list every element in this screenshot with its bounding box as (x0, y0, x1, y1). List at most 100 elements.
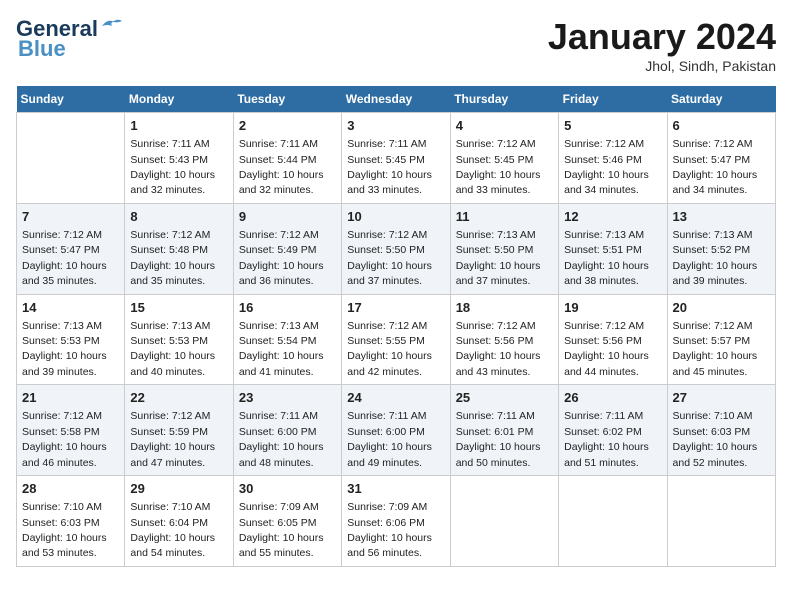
page-header: General Blue January 2024 Jhol, Sindh, P… (16, 16, 776, 74)
weekday-header-saturday: Saturday (667, 86, 775, 113)
calendar-cell: 8 Sunrise: 7:12 AMSunset: 5:48 PMDayligh… (125, 203, 233, 294)
day-info: Sunrise: 7:12 AMSunset: 5:47 PMDaylight:… (673, 138, 758, 196)
location: Jhol, Sindh, Pakistan (548, 58, 776, 74)
day-info: Sunrise: 7:13 AMSunset: 5:54 PMDaylight:… (239, 320, 324, 378)
logo-bird-icon (100, 18, 122, 34)
logo-blue: Blue (18, 36, 66, 62)
day-info: Sunrise: 7:13 AMSunset: 5:52 PMDaylight:… (673, 229, 758, 287)
calendar-cell: 10 Sunrise: 7:12 AMSunset: 5:50 PMDaylig… (342, 203, 450, 294)
day-number: 17 (347, 299, 444, 317)
weekday-header-wednesday: Wednesday (342, 86, 450, 113)
calendar-cell: 4 Sunrise: 7:12 AMSunset: 5:45 PMDayligh… (450, 113, 558, 204)
day-number: 24 (347, 389, 444, 407)
day-info: Sunrise: 7:13 AMSunset: 5:53 PMDaylight:… (22, 320, 107, 378)
weekday-header-row: SundayMondayTuesdayWednesdayThursdayFrid… (17, 86, 776, 113)
day-info: Sunrise: 7:11 AMSunset: 6:01 PMDaylight:… (456, 410, 541, 468)
day-number: 8 (130, 208, 227, 226)
calendar-cell: 14 Sunrise: 7:13 AMSunset: 5:53 PMDaylig… (17, 294, 125, 385)
day-info: Sunrise: 7:12 AMSunset: 5:48 PMDaylight:… (130, 229, 215, 287)
day-number: 29 (130, 480, 227, 498)
weekday-header-tuesday: Tuesday (233, 86, 341, 113)
day-number: 31 (347, 480, 444, 498)
day-info: Sunrise: 7:13 AMSunset: 5:51 PMDaylight:… (564, 229, 649, 287)
day-info: Sunrise: 7:12 AMSunset: 5:47 PMDaylight:… (22, 229, 107, 287)
day-info: Sunrise: 7:13 AMSunset: 5:50 PMDaylight:… (456, 229, 541, 287)
day-number: 7 (22, 208, 119, 226)
calendar-cell: 13 Sunrise: 7:13 AMSunset: 5:52 PMDaylig… (667, 203, 775, 294)
day-info: Sunrise: 7:12 AMSunset: 5:46 PMDaylight:… (564, 138, 649, 196)
day-number: 3 (347, 117, 444, 135)
day-number: 22 (130, 389, 227, 407)
day-info: Sunrise: 7:12 AMSunset: 5:59 PMDaylight:… (130, 410, 215, 468)
calendar-cell: 7 Sunrise: 7:12 AMSunset: 5:47 PMDayligh… (17, 203, 125, 294)
calendar-cell: 28 Sunrise: 7:10 AMSunset: 6:03 PMDaylig… (17, 476, 125, 567)
calendar-cell: 22 Sunrise: 7:12 AMSunset: 5:59 PMDaylig… (125, 385, 233, 476)
day-number: 6 (673, 117, 770, 135)
calendar-cell (667, 476, 775, 567)
calendar-cell: 1 Sunrise: 7:11 AMSunset: 5:43 PMDayligh… (125, 113, 233, 204)
day-number: 25 (456, 389, 553, 407)
day-number: 9 (239, 208, 336, 226)
calendar-cell: 20 Sunrise: 7:12 AMSunset: 5:57 PMDaylig… (667, 294, 775, 385)
day-number: 30 (239, 480, 336, 498)
day-number: 4 (456, 117, 553, 135)
day-number: 2 (239, 117, 336, 135)
calendar-cell: 12 Sunrise: 7:13 AMSunset: 5:51 PMDaylig… (559, 203, 667, 294)
day-info: Sunrise: 7:11 AMSunset: 5:44 PMDaylight:… (239, 138, 324, 196)
day-number: 21 (22, 389, 119, 407)
day-info: Sunrise: 7:12 AMSunset: 5:56 PMDaylight:… (456, 320, 541, 378)
calendar-cell (17, 113, 125, 204)
day-number: 28 (22, 480, 119, 498)
day-info: Sunrise: 7:10 AMSunset: 6:04 PMDaylight:… (130, 501, 215, 559)
calendar-cell: 25 Sunrise: 7:11 AMSunset: 6:01 PMDaylig… (450, 385, 558, 476)
calendar-cell: 3 Sunrise: 7:11 AMSunset: 5:45 PMDayligh… (342, 113, 450, 204)
day-info: Sunrise: 7:12 AMSunset: 5:45 PMDaylight:… (456, 138, 541, 196)
calendar-cell: 9 Sunrise: 7:12 AMSunset: 5:49 PMDayligh… (233, 203, 341, 294)
calendar-cell: 29 Sunrise: 7:10 AMSunset: 6:04 PMDaylig… (125, 476, 233, 567)
day-info: Sunrise: 7:12 AMSunset: 5:56 PMDaylight:… (564, 320, 649, 378)
calendar-cell (450, 476, 558, 567)
day-number: 13 (673, 208, 770, 226)
day-number: 12 (564, 208, 661, 226)
week-row-1: 1 Sunrise: 7:11 AMSunset: 5:43 PMDayligh… (17, 113, 776, 204)
day-number: 10 (347, 208, 444, 226)
day-info: Sunrise: 7:12 AMSunset: 5:57 PMDaylight:… (673, 320, 758, 378)
day-info: Sunrise: 7:12 AMSunset: 5:49 PMDaylight:… (239, 229, 324, 287)
calendar-cell: 5 Sunrise: 7:12 AMSunset: 5:46 PMDayligh… (559, 113, 667, 204)
week-row-4: 21 Sunrise: 7:12 AMSunset: 5:58 PMDaylig… (17, 385, 776, 476)
calendar-cell: 31 Sunrise: 7:09 AMSunset: 6:06 PMDaylig… (342, 476, 450, 567)
day-number: 23 (239, 389, 336, 407)
week-row-3: 14 Sunrise: 7:13 AMSunset: 5:53 PMDaylig… (17, 294, 776, 385)
calendar-cell: 6 Sunrise: 7:12 AMSunset: 5:47 PMDayligh… (667, 113, 775, 204)
day-number: 5 (564, 117, 661, 135)
day-number: 15 (130, 299, 227, 317)
calendar-cell: 18 Sunrise: 7:12 AMSunset: 5:56 PMDaylig… (450, 294, 558, 385)
day-info: Sunrise: 7:11 AMSunset: 6:02 PMDaylight:… (564, 410, 649, 468)
week-row-5: 28 Sunrise: 7:10 AMSunset: 6:03 PMDaylig… (17, 476, 776, 567)
calendar-cell (559, 476, 667, 567)
calendar-cell: 27 Sunrise: 7:10 AMSunset: 6:03 PMDaylig… (667, 385, 775, 476)
day-info: Sunrise: 7:10 AMSunset: 6:03 PMDaylight:… (673, 410, 758, 468)
day-info: Sunrise: 7:12 AMSunset: 5:55 PMDaylight:… (347, 320, 432, 378)
day-number: 16 (239, 299, 336, 317)
day-number: 27 (673, 389, 770, 407)
calendar-cell: 23 Sunrise: 7:11 AMSunset: 6:00 PMDaylig… (233, 385, 341, 476)
day-info: Sunrise: 7:09 AMSunset: 6:06 PMDaylight:… (347, 501, 432, 559)
title-block: January 2024 Jhol, Sindh, Pakistan (548, 16, 776, 74)
day-number: 11 (456, 208, 553, 226)
day-info: Sunrise: 7:10 AMSunset: 6:03 PMDaylight:… (22, 501, 107, 559)
day-info: Sunrise: 7:11 AMSunset: 6:00 PMDaylight:… (239, 410, 324, 468)
calendar-table: SundayMondayTuesdayWednesdayThursdayFrid… (16, 86, 776, 567)
day-info: Sunrise: 7:11 AMSunset: 5:45 PMDaylight:… (347, 138, 432, 196)
calendar-cell: 30 Sunrise: 7:09 AMSunset: 6:05 PMDaylig… (233, 476, 341, 567)
weekday-header-thursday: Thursday (450, 86, 558, 113)
weekday-header-friday: Friday (559, 86, 667, 113)
calendar-cell: 2 Sunrise: 7:11 AMSunset: 5:44 PMDayligh… (233, 113, 341, 204)
day-info: Sunrise: 7:13 AMSunset: 5:53 PMDaylight:… (130, 320, 215, 378)
day-number: 19 (564, 299, 661, 317)
day-number: 18 (456, 299, 553, 317)
calendar-cell: 21 Sunrise: 7:12 AMSunset: 5:58 PMDaylig… (17, 385, 125, 476)
day-info: Sunrise: 7:09 AMSunset: 6:05 PMDaylight:… (239, 501, 324, 559)
logo: General Blue (16, 16, 122, 62)
calendar-cell: 24 Sunrise: 7:11 AMSunset: 6:00 PMDaylig… (342, 385, 450, 476)
